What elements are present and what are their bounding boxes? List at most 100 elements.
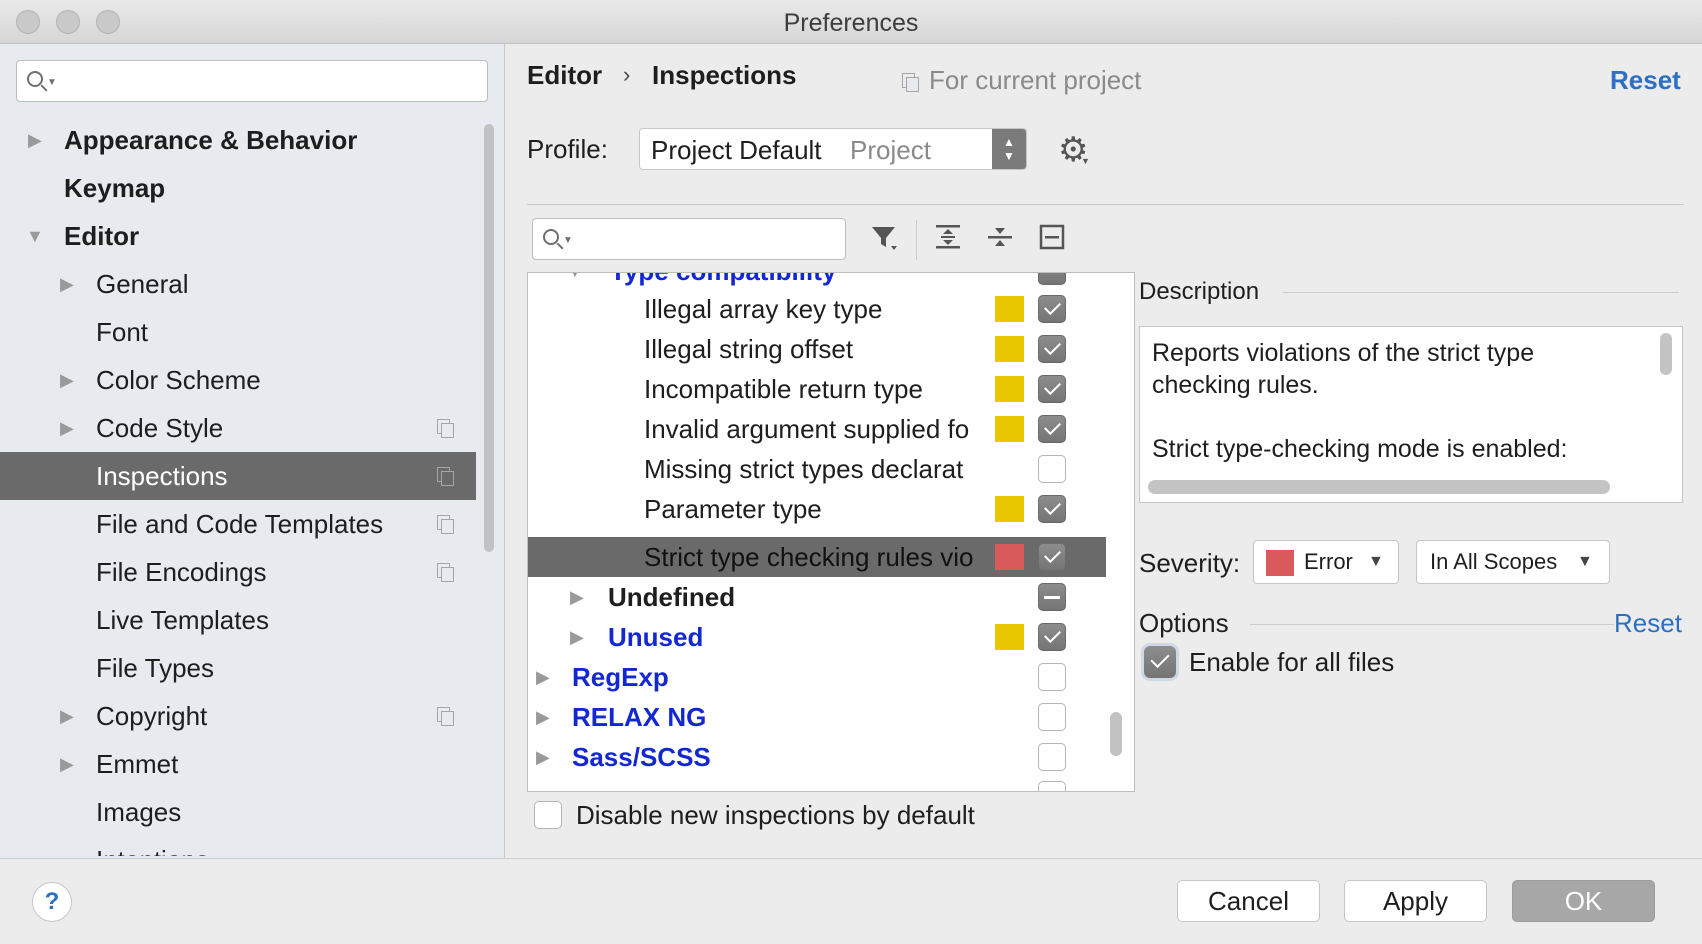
- sidebar-item-file-types[interactable]: File Types: [0, 644, 476, 692]
- group-checkbox[interactable]: [1038, 663, 1066, 691]
- sidebar-item-label: Keymap: [64, 173, 166, 203]
- group-row[interactable]: ▶ Unused: [528, 617, 1106, 657]
- inspection-checkbox[interactable]: [1038, 295, 1066, 323]
- disable-new-inspections-label[interactable]: Disable new inspections by default: [576, 800, 975, 831]
- expand-arrow-icon[interactable]: ▶: [536, 657, 550, 697]
- inspection-search-input[interactable]: ▼: [532, 218, 846, 260]
- sidebar-item-images[interactable]: Images: [0, 788, 476, 836]
- inspections-tree[interactable]: ▼ Type compatibility Illegal array key t…: [527, 272, 1135, 792]
- expand-arrow-icon[interactable]: ▶: [570, 617, 584, 657]
- group-row[interactable]: ▶ RELAX NG: [528, 697, 1106, 737]
- sidebar-item-code-style[interactable]: ▶ Code Style: [0, 404, 476, 452]
- group-checkbox[interactable]: [1038, 781, 1066, 791]
- divider: [1250, 624, 1614, 625]
- inspection-row[interactable]: Illegal string offset: [528, 329, 1106, 369]
- inspection-row[interactable]: Invalid argument supplied fo: [528, 409, 1106, 449]
- scope-dropdown[interactable]: In All Scopes ▼: [1416, 540, 1610, 584]
- reset-to-empty-icon[interactable]: [1034, 222, 1070, 258]
- collapse-arrow-icon[interactable]: ▼: [26, 212, 44, 260]
- profile-value: Project Default: [651, 135, 822, 165]
- ok-button[interactable]: OK: [1512, 880, 1655, 922]
- inspection-row[interactable]: Parameter type: [528, 489, 1106, 529]
- inspection-row-selected[interactable]: Strict type checking rules vio: [528, 537, 1106, 577]
- expand-all-icon[interactable]: [930, 222, 966, 258]
- inspection-checkbox[interactable]: [1038, 335, 1066, 363]
- project-scope-icon: [437, 707, 454, 726]
- expand-arrow-icon[interactable]: ▶: [536, 737, 550, 777]
- cancel-button[interactable]: Cancel: [1177, 880, 1320, 922]
- inspection-checkbox[interactable]: [1038, 495, 1066, 523]
- group-checkbox[interactable]: [1038, 743, 1066, 771]
- expand-arrow-icon[interactable]: ▶: [60, 692, 74, 740]
- sidebar-item-intentions-clipped[interactable]: Intentions: [0, 836, 476, 856]
- inspection-checkbox[interactable]: [1038, 375, 1066, 403]
- expand-arrow-icon[interactable]: ▶: [570, 577, 584, 617]
- sidebar-item-font[interactable]: Font: [0, 308, 476, 356]
- filter-icon[interactable]: [866, 222, 902, 258]
- group-checkbox[interactable]: [1038, 273, 1066, 285]
- sidebar-item-file-code-templates[interactable]: File and Code Templates: [0, 500, 476, 548]
- sidebar-search-input[interactable]: ▼: [16, 60, 488, 102]
- inspection-row[interactable]: Incompatible return type: [528, 369, 1106, 409]
- sidebar-item-label: Copyright: [96, 701, 208, 731]
- reset-link[interactable]: Reset: [1610, 65, 1681, 96]
- divider: [527, 204, 1684, 205]
- severity-swatch: [995, 336, 1024, 362]
- inspection-checkbox[interactable]: [1038, 543, 1066, 571]
- expand-arrow-icon[interactable]: ▶: [60, 404, 74, 452]
- description-panel[interactable]: Reports violations of the strict type ch…: [1139, 326, 1683, 503]
- expand-arrow-icon[interactable]: ▶: [60, 740, 74, 788]
- sidebar-item-live-templates[interactable]: Live Templates: [0, 596, 476, 644]
- sidebar-item-editor[interactable]: ▼ Editor: [0, 212, 476, 260]
- description-vertical-scrollbar[interactable]: [1660, 333, 1672, 375]
- expand-arrow-icon[interactable]: ▶: [60, 260, 74, 308]
- apply-button[interactable]: Apply: [1344, 880, 1487, 922]
- sidebar-item-label: Appearance & Behavior: [64, 125, 358, 155]
- search-icon: [27, 71, 43, 87]
- sidebar-item-copyright[interactable]: ▶ Copyright: [0, 692, 476, 740]
- toolbar-separator: [916, 220, 917, 260]
- sidebar-item-intentions[interactable]: Intentions: [0, 836, 476, 856]
- sidebar-item-general[interactable]: ▶ General: [0, 260, 476, 308]
- sidebar-scrollbar[interactable]: [484, 124, 494, 552]
- inspections-scrollbar[interactable]: [1110, 712, 1122, 756]
- profile-select[interactable]: Project Default Project ▲ ▼: [639, 128, 1027, 170]
- sidebar-item-inspections[interactable]: Inspections: [0, 452, 476, 500]
- breadcrumb-editor[interactable]: Editor: [527, 60, 602, 91]
- collapse-all-icon[interactable]: [982, 222, 1018, 258]
- group-row[interactable]: ▶ RegExp: [528, 657, 1106, 697]
- expand-arrow-icon[interactable]: ▶: [536, 697, 550, 737]
- sidebar-item-keymap[interactable]: Keymap: [0, 164, 476, 212]
- group-checkbox[interactable]: [1038, 703, 1066, 731]
- description-text: Strict type-checking mode is enabled:: [1152, 435, 1568, 463]
- expand-arrow-icon[interactable]: ▶: [28, 116, 42, 164]
- group-row[interactable]: ▶ Undefined: [528, 577, 1106, 617]
- group-label: Unused: [608, 622, 704, 652]
- group-row-partial[interactable]: [528, 779, 1106, 791]
- sidebar-item-emmet[interactable]: ▶ Emmet: [0, 740, 476, 788]
- severity-swatch: [995, 496, 1024, 522]
- description-horizontal-scrollbar[interactable]: [1148, 480, 1610, 494]
- sidebar-item-color-scheme[interactable]: ▶ Color Scheme: [0, 356, 476, 404]
- severity-swatch: [995, 416, 1024, 442]
- sidebar-item-file-encodings[interactable]: File Encodings: [0, 548, 476, 596]
- inspection-row[interactable]: Illegal array key type: [528, 289, 1106, 329]
- group-row[interactable]: ▶ Sass/SCSS: [528, 737, 1106, 777]
- inspection-row[interactable]: Missing strict types declarat: [528, 449, 1106, 489]
- sidebar-item-label: Images: [96, 797, 182, 827]
- sidebar-item-label: Live Templates: [96, 605, 269, 635]
- sidebar-item-appearance-behavior[interactable]: ▶ Appearance & Behavior: [0, 116, 476, 164]
- enable-all-files-label[interactable]: Enable for all files: [1189, 647, 1394, 678]
- options-reset-link[interactable]: Reset: [1614, 608, 1682, 639]
- severity-value: Error: [1304, 549, 1353, 574]
- severity-dropdown[interactable]: Error ▼: [1253, 540, 1399, 584]
- enable-all-files-checkbox[interactable]: [1144, 646, 1176, 678]
- inspection-checkbox[interactable]: [1038, 455, 1066, 483]
- expand-arrow-icon[interactable]: ▶: [60, 356, 74, 404]
- inspection-checkbox[interactable]: [1038, 415, 1066, 443]
- group-checkbox[interactable]: [1038, 623, 1066, 651]
- disable-new-inspections-checkbox[interactable]: [534, 801, 562, 829]
- divider: [1283, 292, 1679, 293]
- help-button[interactable]: ?: [32, 882, 72, 922]
- group-checkbox[interactable]: [1038, 583, 1066, 611]
